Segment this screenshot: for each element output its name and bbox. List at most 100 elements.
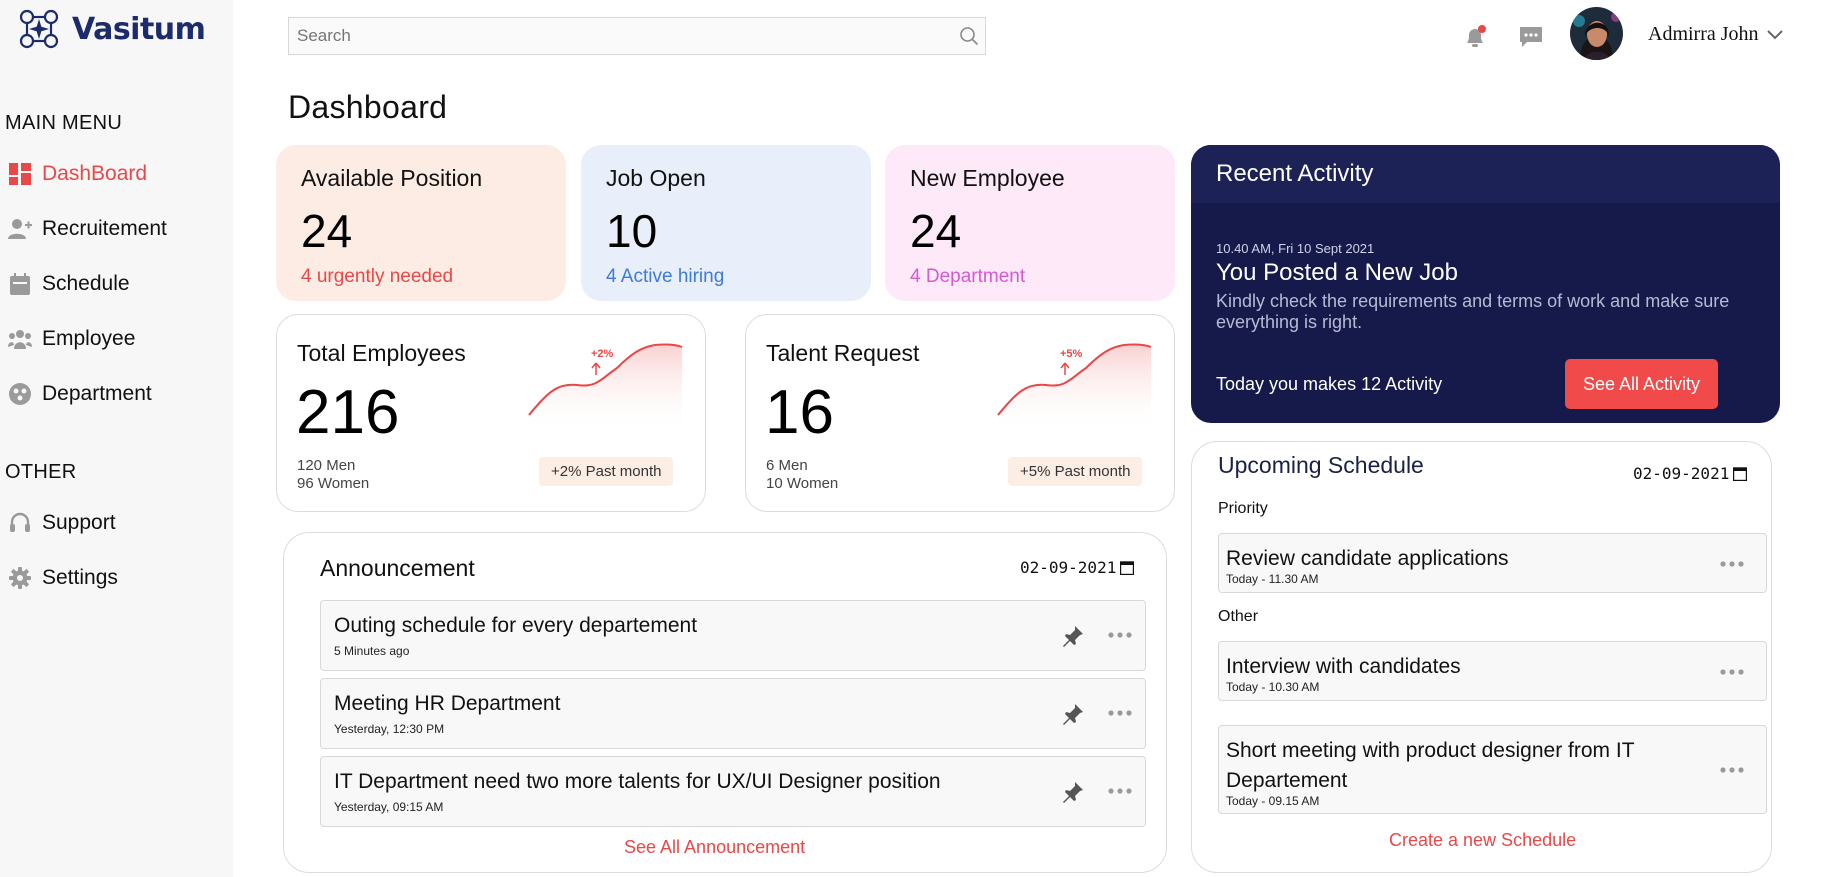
metric-label: Talent Request [766, 340, 920, 366]
more-options-icon[interactable] [1107, 700, 1133, 731]
other-label: Other [1218, 608, 1259, 625]
stat-sub: 4 Department [910, 266, 1026, 287]
stat-sub: 4 urgently needed [301, 266, 454, 287]
gear-icon [8, 566, 32, 590]
schedule-date-picker[interactable]: 02-09-2021 [1633, 464, 1748, 483]
calendar-icon [1120, 560, 1135, 575]
announcement-item-time: Yesterday, 09:15 AM [334, 800, 444, 814]
notification-bell-icon[interactable] [1460, 22, 1490, 52]
avatar[interactable] [1570, 7, 1623, 60]
stat-label: Job Open [606, 165, 706, 191]
stat-sub: 4 Active hiring [606, 266, 725, 287]
chat-icon[interactable] [1516, 22, 1546, 52]
search-input[interactable] [289, 18, 953, 54]
more-options-icon[interactable] [1719, 551, 1745, 582]
stat-value: 10 [606, 205, 658, 257]
sidebar-item-label: Recruitement [42, 217, 167, 240]
department-icon [8, 382, 32, 406]
more-options-icon[interactable] [1107, 622, 1133, 653]
announcement-item[interactable]: IT Department need two more talents for … [320, 756, 1146, 827]
stat-value: 24 [301, 205, 353, 257]
sidebar-item-label: DashBoard [42, 162, 148, 185]
trend-label: +5% [1060, 348, 1083, 360]
sidebar-item-label: Settings [42, 566, 118, 589]
activity-heading: You Posted a New Job [1216, 259, 1458, 286]
trend-label: +2% [591, 348, 614, 360]
metric-value: 16 [765, 378, 834, 447]
activity-count: Today you makes 12 Activity [1216, 374, 1443, 394]
metric-breakdown: 6 Men 10 Women [766, 457, 838, 493]
metric-card-talent-request[interactable]: Talent Request 16 6 Men 10 Women +5% +5%… [745, 314, 1175, 512]
sidebar: Vasitum MAIN MENU DashBoard Recruitement… [0, 0, 233, 877]
trend-sparkline: +2% [528, 343, 683, 433]
stat-label: Available Position [301, 165, 483, 191]
activity-time: 10.40 AM, Fri 10 Sept 2021 [1216, 241, 1375, 256]
schedule-item[interactable]: Review candidate applications Today - 11… [1218, 533, 1767, 593]
logo[interactable]: Vasitum [14, 5, 206, 53]
see-all-announcement-link[interactable]: See All Announcement [624, 837, 805, 858]
see-all-activity-button[interactable]: See All Activity [1565, 359, 1718, 409]
announcement-title: Announcement [320, 555, 475, 581]
schedule-item[interactable]: Interview with candidates Today - 10.30 … [1218, 641, 1767, 701]
metric-value: 216 [296, 378, 400, 447]
trend-badge: +2% Past month [539, 457, 674, 486]
stat-card-new-employee[interactable]: New Employee 24 4 Department [885, 145, 1175, 301]
schedule-title: Upcoming Schedule [1218, 452, 1424, 478]
announcement-item[interactable]: Meeting HR Department Yesterday, 12:30 P… [320, 678, 1146, 749]
user-name: Admirra John [1648, 23, 1759, 45]
metric-women: 10 Women [766, 475, 839, 492]
create-schedule-link[interactable]: Create a new Schedule [1389, 830, 1576, 851]
schedule-item-time: Today - 09.15 AM [1226, 794, 1320, 808]
sidebar-item-dashboard[interactable]: DashBoard [8, 162, 147, 186]
stat-value: 24 [910, 205, 962, 257]
metric-card-total-employees[interactable]: Total Employees 216 120 Men 96 Women +2%… [276, 314, 706, 512]
schedule-item[interactable]: Short meeting with product designer from… [1218, 725, 1767, 814]
metric-men: 6 Men [766, 457, 808, 474]
more-options-icon[interactable] [1107, 778, 1133, 809]
page-title: Dashboard [288, 89, 448, 125]
announcement-date-picker[interactable]: 02-09-2021 [1020, 558, 1135, 577]
sidebar-item-support[interactable]: Support [8, 511, 116, 535]
sidebar-item-label: Employee [42, 327, 136, 350]
announcement-item-title: Meeting HR Department [334, 692, 561, 715]
stat-card-job-open[interactable]: Job Open 10 4 Active hiring [581, 145, 871, 301]
pin-icon[interactable] [1061, 702, 1085, 731]
logo-icon [19, 9, 59, 49]
announcement-item-title: Outing schedule for every departement [334, 614, 698, 637]
brand-name: Vasitum [72, 11, 206, 47]
announcement-item-title: IT Department need two more talents for … [334, 770, 941, 793]
announcement-item-time: 5 Minutes ago [334, 644, 410, 658]
sidebar-item-department[interactable]: Department [8, 382, 152, 406]
sidebar-item-settings[interactable]: Settings [8, 566, 118, 590]
announcement-item-time: Yesterday, 12:30 PM [334, 722, 445, 736]
user-menu[interactable]: Admirra John [1648, 23, 1783, 46]
stat-card-available-position[interactable]: Available Position 24 4 urgently needed [276, 145, 566, 301]
activity-desc: Kindly check the requirements and terms … [1216, 291, 1730, 332]
announcement-item[interactable]: Outing schedule for every departement 5 … [320, 600, 1146, 671]
date-value: 02-09-2021 [1020, 558, 1117, 577]
search-icon[interactable] [953, 18, 985, 54]
pin-icon[interactable] [1061, 624, 1085, 653]
activity-title: Recent Activity [1191, 145, 1780, 203]
sidebar-item-label: Department [42, 382, 152, 405]
metric-women: 96 Women [297, 475, 370, 492]
main-menu-title: MAIN MENU [5, 112, 123, 134]
recent-activity-card: Recent Activity 10.40 AM, Fri 10 Sept 20… [1191, 145, 1780, 423]
calendar-icon [1733, 466, 1748, 481]
more-options-icon[interactable] [1719, 757, 1745, 788]
priority-label: Priority [1218, 500, 1268, 517]
sidebar-item-recruitement[interactable]: Recruitement [8, 217, 167, 241]
date-value: 02-09-2021 [1633, 464, 1730, 483]
dashboard-icon [8, 162, 32, 186]
more-options-icon[interactable] [1719, 659, 1745, 690]
headset-icon [8, 511, 32, 535]
calendar-icon [8, 272, 32, 296]
stat-label: New Employee [910, 165, 1065, 191]
pin-icon[interactable] [1061, 780, 1085, 809]
sidebar-item-schedule[interactable]: Schedule [8, 272, 130, 296]
other-title: OTHER [5, 461, 77, 483]
metric-men: 120 Men [297, 457, 356, 474]
chevron-down-icon [1766, 29, 1783, 40]
group-icon [8, 327, 32, 351]
sidebar-item-employee[interactable]: Employee [8, 327, 135, 351]
